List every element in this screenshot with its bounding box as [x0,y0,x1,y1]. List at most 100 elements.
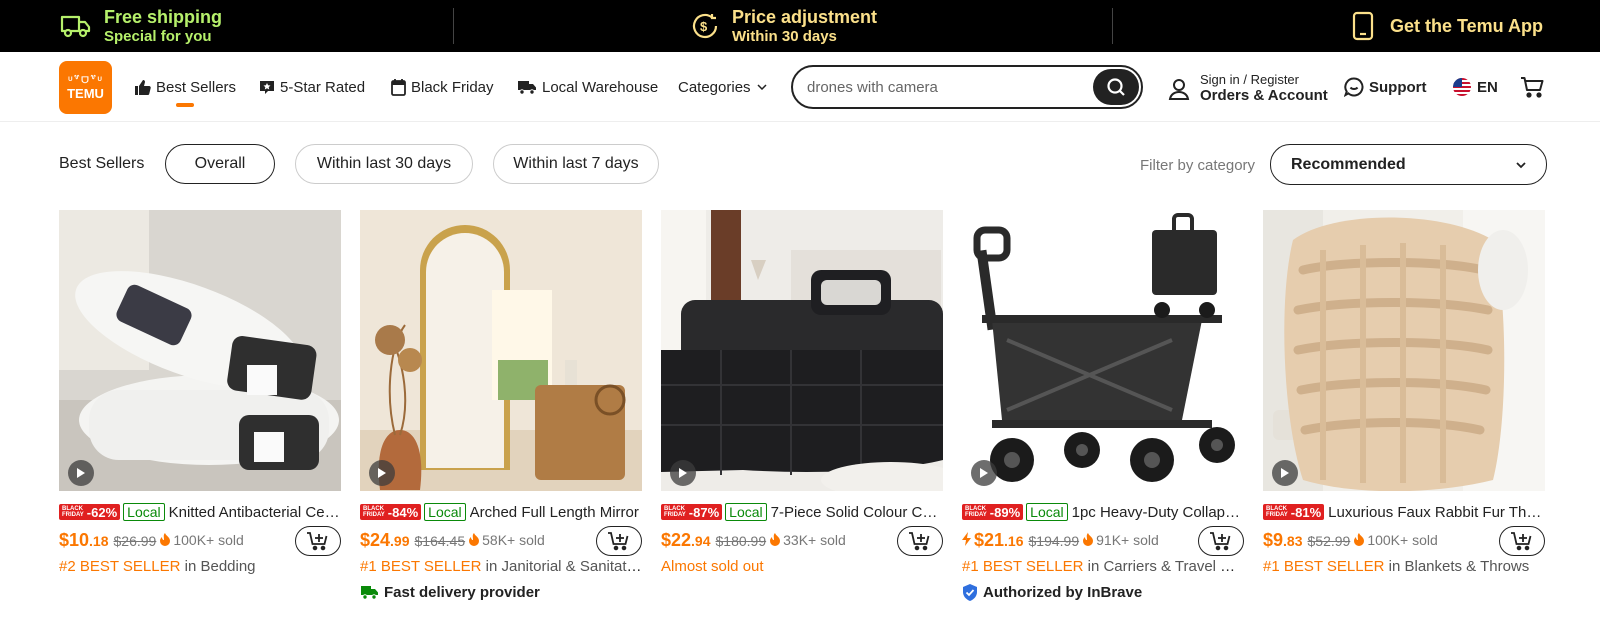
play-icon [1281,468,1289,478]
price: $10.18 [59,530,109,550]
rank-row: Almost sold out [661,558,943,575]
price-row: $24.99 $164.45 58K+ sold [360,530,545,554]
play-video-button[interactable] [1272,460,1298,486]
language-selector[interactable]: EN [1452,76,1498,98]
get-app-label: Get the Temu App [1390,15,1543,36]
play-video-button[interactable] [670,460,696,486]
original-price: $164.45 [414,533,466,549]
stock-status: Almost sold out [661,558,764,575]
add-to-cart-button[interactable] [1499,526,1545,556]
fire-icon [770,533,781,546]
main-nav: ᵁ꒷ᗜ꒷ᵁ TEMU Best Sellers 5-Star Rated Bla… [0,52,1600,122]
fire-icon [160,533,171,546]
sold-count: 33K+ sold [770,532,846,548]
get-app-promo[interactable]: Get the Temu App [1352,0,1543,52]
local-badge: Local [123,503,165,521]
discount: -62% [86,504,118,520]
filter-last-30-days[interactable]: Within last 30 days [295,144,473,184]
search-bar [791,65,1143,109]
filter-last-7-days[interactable]: Within last 7 days [493,144,659,184]
price-adjustment-promo[interactable]: $ Price adjustment Within 30 days [690,0,877,52]
discount: -81% [1290,504,1322,520]
shipping-title: Free shipping [104,6,223,27]
wagon-image [962,210,1244,491]
search-button[interactable] [1093,69,1139,105]
price: $24.99 [360,530,410,550]
pill-label: Within last 30 days [316,155,452,172]
free-shipping-promo[interactable]: Free shipping Special for you [60,0,222,52]
temu-logo[interactable]: ᵁ꒷ᗜ꒷ᵁ TEMU [59,61,112,114]
original-price: $180.99 [715,533,767,549]
filter-overall[interactable]: Overall [165,144,275,184]
price-row: $21.16 $194.99 91K+ sold [962,530,1159,554]
product-image[interactable] [962,210,1244,491]
support-link[interactable]: Support [1344,76,1427,98]
play-video-button[interactable] [971,460,997,486]
product-image[interactable] [59,210,341,491]
product-title-row: BLACK FRIDAY -62% Local Knitted Antibacte… [59,503,341,521]
add-to-cart-button[interactable] [1198,526,1244,556]
add-cart-icon [1210,532,1231,551]
best-seller-rank: #1 BEST SELLER [1263,558,1385,575]
add-to-cart-button[interactable] [897,526,943,556]
add-to-cart-button[interactable] [596,526,642,556]
product-title-row: BLACK FRIDAY -87% Local 7-Piece Solid Col… [661,503,943,521]
nav-link-label: Best Sellers [156,78,237,96]
add-cart-icon [608,532,629,551]
orders-account-label: Orders & Account [1200,87,1328,104]
pill-label: Overall [194,155,246,172]
svg-text:$: $ [700,19,708,34]
lightning-icon [962,532,971,546]
add-cart-icon [1511,532,1532,551]
search-icon [1107,78,1125,96]
nav-best-sellers[interactable]: Best Sellers [134,76,236,98]
user-icon [1168,78,1190,100]
promo-bar: Free shipping Special for you $ Price ad… [0,0,1600,52]
product-image[interactable] [1263,210,1545,491]
product-image[interactable] [360,210,642,491]
black-friday-badge: BLACK FRIDAY -81% [1263,504,1325,520]
product-title[interactable]: Knitted Antibacterial Cervical Pillow [169,504,341,521]
logo-mascot: ᵁ꒷ᗜ꒷ᵁ [68,74,103,85]
product-title[interactable]: 1pc Heavy-Duty Collapsible Wagon [1072,504,1244,521]
phone-icon [1352,11,1374,41]
active-tab-indicator [176,103,194,107]
play-video-button[interactable] [369,460,395,486]
search-input[interactable] [807,78,1087,96]
pill-label: Within last 7 days [513,155,639,172]
mirror-image [360,210,642,491]
star-badge-icon [260,81,274,94]
product-title[interactable]: 7-Piece Solid Colour Comforter Set [771,504,943,521]
rank-row: #1 BEST SELLER in Carriers & Travel Bags [962,558,1244,575]
best-seller-rank: #1 BEST SELLER [360,558,482,575]
sort-dropdown[interactable]: Recommended [1270,144,1547,185]
rank-category: in Bedding [180,558,256,575]
product-title[interactable]: Luxurious Faux Rabbit Fur Throw Blanket [1328,504,1545,521]
local-badge: Local [725,503,767,521]
price-adjustment-title: Price adjustment [732,6,878,27]
product-image[interactable] [661,210,943,491]
fire-icon [469,533,480,546]
product-title[interactable]: Arched Full Length Mirror [470,504,639,521]
play-icon [980,468,988,478]
add-to-cart-button[interactable] [295,526,341,556]
rank-row: #1 BEST SELLER in Blankets & Throws [1263,558,1545,575]
fire-icon [1354,533,1365,546]
black-friday-badge: BLACK FRIDAY -89% [962,504,1024,520]
nav-black-friday[interactable]: Black Friday [391,76,494,98]
nav-5-star-rated[interactable]: 5-Star Rated [259,76,365,98]
blanket-image [1263,210,1545,491]
nav-categories[interactable]: Categories [678,76,767,98]
price: $9.83 [1263,530,1303,550]
filter-by-category-label: Filter by category [1140,157,1256,174]
black-friday-badge: BLACK FRIDAY -84% [360,504,422,520]
price-adjustment-sub: Within 30 days [732,27,837,45]
promo-divider [1112,8,1113,44]
original-price: $194.99 [1028,533,1080,549]
account-menu[interactable]: Sign in / Register Orders & Account [1168,72,1328,105]
nav-local-warehouse[interactable]: Local Warehouse [517,76,658,98]
price: $21.16 [974,530,1024,550]
cart-button[interactable] [1520,76,1549,98]
play-video-button[interactable] [68,460,94,486]
fast-delivery-label: Fast delivery provider [360,584,540,601]
